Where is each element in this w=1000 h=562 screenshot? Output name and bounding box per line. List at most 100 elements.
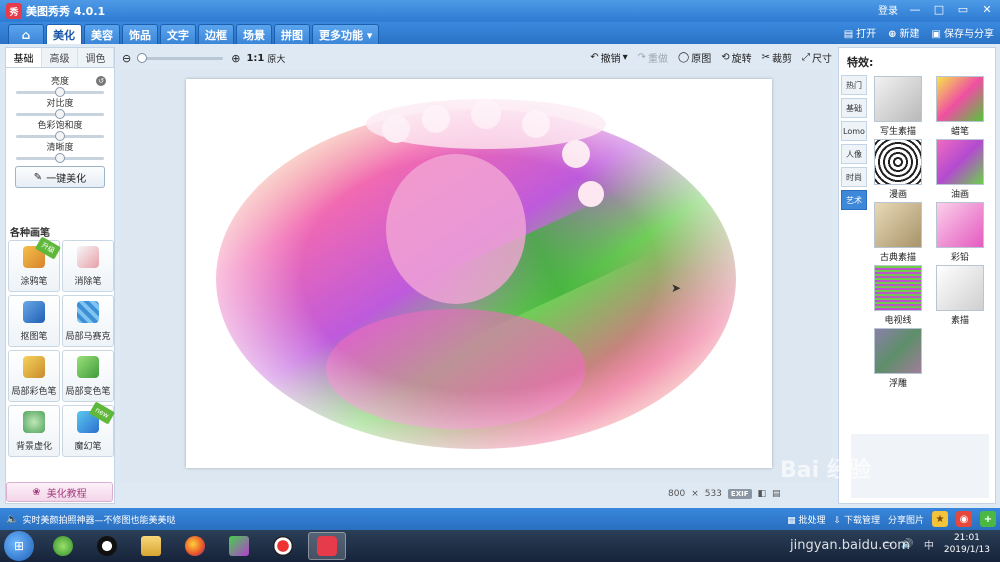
effect-comic[interactable]: 漫画 [871,139,925,200]
effect-tv-lines[interactable]: 电视线 [871,265,925,326]
star-icon[interactable]: ★ [932,511,948,527]
weibo-icon[interactable]: ◉ [956,511,972,527]
download-manager-button[interactable]: ⇩ 下载管理 [834,513,880,526]
save-share-button[interactable]: ▣ 保存与分享 [932,25,994,40]
effects-tab-fashion[interactable]: 时尚 [841,167,867,187]
brightness-slider[interactable]: 亮度 [12,74,108,97]
photo-frame[interactable]: ➤ [186,79,772,468]
effect-thumbnail[interactable] [874,202,922,248]
reset-adjust-icon[interactable]: ↺ [96,76,106,86]
batch-process-button[interactable]: ▦ 批处理 [787,513,825,526]
redo-button[interactable]: ↷ 重做 [638,50,668,65]
sharpness-knob[interactable] [55,153,65,163]
effect-thumbnail[interactable] [874,265,922,311]
taskbar-app-meitu[interactable] [308,532,346,560]
effects-tab-art[interactable]: 艺术 [841,190,867,210]
effect-thumbnail[interactable] [874,76,922,122]
taskbar-app-qq[interactable] [88,532,126,560]
effect-sketch-life[interactable]: 写生素描 [871,76,925,137]
saturation-knob[interactable] [55,131,65,141]
effect-oil-painting[interactable]: 油画 [933,139,987,200]
rotate-button[interactable]: ⟲ 旋转 [721,50,751,65]
effects-tab-basic[interactable]: 基础 [841,98,867,118]
contrast-slider[interactable]: 对比度 [12,96,108,119]
effects-tab-hot[interactable]: 热门 [841,75,867,95]
contrast-knob[interactable] [55,109,65,119]
effect-crayon[interactable]: 蜡笔 [933,76,987,137]
maximize-icon[interactable]: ▭ [956,3,970,16]
preview-icon[interactable]: ▤ [772,489,781,499]
effect-thumbnail[interactable] [874,139,922,185]
tab-beauty[interactable]: 美容 [84,24,120,44]
actual-size-button[interactable]: 1:1 [246,53,264,64]
effects-tab-portrait[interactable]: 人像 [841,144,867,164]
local-color-pen-tool[interactable]: 局部彩色笔 [8,350,60,402]
subtab-color[interactable]: 调色 [78,48,114,67]
tab-scene[interactable]: 场景 [236,24,272,44]
original-size-label[interactable]: 原大 [267,52,285,65]
tab-text[interactable]: 文字 [160,24,196,44]
close-icon[interactable]: ✕ [980,3,994,16]
local-recolor-pen-tool[interactable]: 局部变色笔 [62,350,114,402]
brightness-knob[interactable] [55,87,65,97]
open-button[interactable]: ▤ 打开 [844,25,876,40]
effect-emboss[interactable]: 浮雕 [871,328,925,389]
effect-pencil-sketch[interactable]: 素描 [933,265,987,326]
home-icon[interactable]: ⌂ [8,24,44,44]
one-key-beautify-button[interactable]: ✎ 一键美化 [15,166,105,188]
ime-icon[interactable]: 中 [924,537,934,552]
tab-border[interactable]: 边框 [198,24,234,44]
new-button[interactable]: ⊕ 新建 [888,25,919,40]
resize-button[interactable]: ⤢ 尺寸 [802,50,832,65]
effect-classic-sketch[interactable]: 古典素描 [871,202,925,263]
contrast-track[interactable] [16,109,104,119]
subtab-basic[interactable]: 基础 [6,48,42,67]
undo-button[interactable]: ↶ 撤销 ▾ [590,50,627,65]
crop-button[interactable]: ✂ 裁剪 [762,50,792,65]
zoom-out-icon[interactable]: ⊖ [122,52,131,65]
saturation-track[interactable] [16,131,104,141]
effect-thumbnail[interactable] [936,265,984,311]
background-blur-tool[interactable]: 背景虚化 [8,405,60,457]
effect-color-pencil[interactable]: 彩铅 [933,202,987,263]
edited-photo[interactable] [186,79,772,468]
effect-thumbnail[interactable] [936,139,984,185]
compare-view-icon[interactable]: ◧ [758,489,767,499]
original-image-button[interactable]: ◯ 原图 [678,50,711,65]
zoom-in-icon[interactable]: ⊕ [231,52,240,65]
eraser-pen-tool[interactable]: 消除笔 [62,240,114,292]
cutout-pen-tool[interactable]: 抠图笔 [8,295,60,347]
taskbar-app-video[interactable] [220,532,258,560]
tab-more-features[interactable]: 更多功能 ▾ [312,24,380,44]
start-button-icon[interactable]: ⊞ [4,531,34,561]
magic-pen-tool[interactable]: 魔幻笔 new [62,401,116,457]
promo-message[interactable]: 实时美颜拍照神器—不修图也能美美哒 [22,513,175,526]
zoom-slider[interactable] [137,52,224,63]
saturation-slider[interactable]: 色彩饱和度 [12,118,108,141]
canvas-area[interactable]: ➤ [120,70,832,482]
share-image-button[interactable]: 分享图片 [888,513,924,526]
exif-button[interactable]: EXIF [727,489,752,499]
sharpness-track[interactable] [16,153,104,163]
add-icon[interactable]: + [980,511,996,527]
beautify-tutorial-button[interactable]: ❀ 美化教程 [6,482,113,502]
login-link[interactable]: 登录 [878,2,898,17]
tab-beautify[interactable]: 美化 [46,24,82,44]
chevron-down-icon[interactable]: ▾ [623,52,628,63]
tab-collage[interactable]: 拼图 [274,24,310,44]
local-mosaic-tool[interactable]: 局部马赛克 [62,295,114,347]
taskbar-app-browser[interactable] [44,532,82,560]
effect-thumbnail[interactable] [874,328,922,374]
brightness-track[interactable] [16,87,104,97]
taskbar-app-firefox[interactable] [176,532,214,560]
effect-thumbnail[interactable] [936,76,984,122]
tab-accessories[interactable]: 饰品 [122,24,158,44]
effects-tab-lomo[interactable]: Lomo [841,121,867,141]
taskbar-app-recorder[interactable] [264,532,302,560]
minimize-icon[interactable]: — [908,3,922,16]
zoom-knob[interactable] [137,52,148,63]
graffiti-pen-tool[interactable]: 涂鸦笔 升级 [8,236,62,292]
clock[interactable]: 21:01 2019/1/13 [944,532,990,556]
effect-thumbnail[interactable] [936,202,984,248]
sharpness-slider[interactable]: 清晰度 [12,140,108,163]
